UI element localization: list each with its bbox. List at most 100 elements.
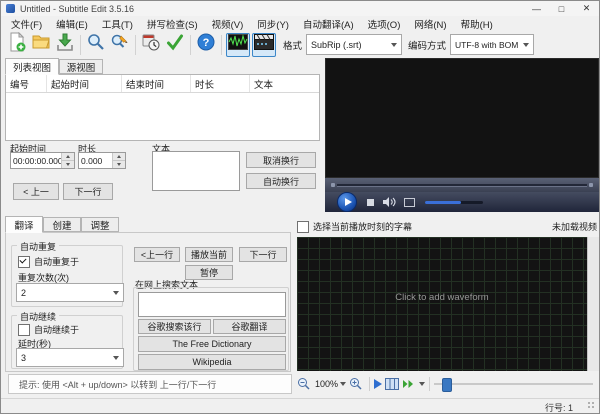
repeat-count-select[interactable]: 2: [16, 283, 124, 302]
delay-select[interactable]: 3: [16, 348, 124, 367]
visual-sync-button[interactable]: [140, 34, 162, 56]
format-select[interactable]: SubRip (.srt): [306, 34, 403, 55]
line-number-status: 行号: 1: [544, 402, 573, 413]
menu-spellcheck[interactable]: 拼写检查(S): [140, 17, 205, 31]
previous-line-button[interactable]: <上一行: [134, 247, 180, 262]
replace-button[interactable]: [109, 34, 131, 56]
google-translate-button[interactable]: 谷歌翻译: [213, 319, 286, 334]
stop-button[interactable]: [367, 198, 374, 206]
fullscreen-button[interactable]: [404, 197, 415, 207]
column-number[interactable]: 编号: [6, 75, 47, 92]
menu-help[interactable]: 帮助(H): [454, 17, 500, 31]
stepper-down-icon[interactable]: [113, 160, 125, 168]
subtitle-list[interactable]: 编号 起始时间 结束时间 时长 文本: [5, 74, 320, 141]
waveform-area[interactable]: Click to add waveform: [297, 237, 587, 371]
column-end-time[interactable]: 结束时间: [122, 75, 191, 92]
stepper-down-icon[interactable]: [62, 160, 74, 168]
seek-handle-left[interactable]: [331, 183, 335, 187]
menu-tools[interactable]: 工具(T): [95, 17, 140, 31]
video-clapper-icon: [254, 34, 274, 55]
find-button[interactable]: [85, 34, 107, 56]
wikipedia-button[interactable]: Wikipedia: [138, 354, 286, 370]
new-file-icon: [7, 31, 27, 57]
close-button[interactable]: ✕: [574, 1, 599, 16]
toolbar-separator: [369, 376, 371, 391]
waveform-vertical-scrollbar[interactable]: [587, 237, 599, 371]
double-arrow-icon: [403, 379, 414, 388]
menu-file[interactable]: 文件(F): [4, 17, 49, 31]
subtitle-text-input[interactable]: [152, 151, 240, 191]
video-display[interactable]: [325, 58, 599, 178]
tab-create[interactable]: 创建: [43, 217, 81, 232]
search-icon: [86, 32, 106, 57]
volume-button[interactable]: [383, 197, 396, 207]
google-search-button[interactable]: 谷歌搜索该行: [138, 319, 211, 334]
auto-repeat-checkbox[interactable]: [18, 255, 30, 268]
menu-edit[interactable]: 编辑(E): [49, 17, 95, 31]
tab-list-view[interactable]: 列表视图: [5, 58, 59, 75]
seek-handle-right[interactable]: [589, 183, 593, 187]
title-bar: Untitled - Subtitle Edit 3.5.16 — □ ✕: [1, 1, 599, 16]
encoding-label: 编码方式: [408, 40, 447, 52]
new-file-button[interactable]: [6, 31, 28, 57]
auto-break-button[interactable]: 自动换行: [246, 173, 316, 189]
play-current-button[interactable]: 播放当前: [185, 247, 233, 262]
unbreak-button[interactable]: 取消换行: [246, 152, 316, 168]
waveform-header-row: 选择当前播放时刻的字幕 未加载视频: [297, 219, 599, 234]
menu-video[interactable]: 视频(V): [205, 17, 251, 31]
playback-speed-button[interactable]: [402, 379, 415, 389]
tab-source-view[interactable]: 源视图: [59, 59, 103, 74]
column-text[interactable]: 文本: [250, 75, 319, 92]
select-current-subtitle-checkbox[interactable]: [297, 220, 309, 233]
free-dictionary-button[interactable]: The Free Dictionary: [138, 336, 286, 352]
speed-dropdown-icon[interactable]: [419, 381, 426, 386]
slider-handle[interactable]: [442, 377, 453, 392]
video-toggle-button[interactable]: [252, 32, 276, 57]
save-button[interactable]: [54, 33, 76, 56]
resize-grip-icon[interactable]: [587, 401, 596, 410]
tab-translate[interactable]: 翻译: [5, 216, 43, 233]
zoom-out-button[interactable]: [297, 377, 310, 390]
waveform-position-slider[interactable]: [434, 377, 593, 392]
column-start-time[interactable]: 起始时间: [47, 75, 122, 92]
stepper-up-icon[interactable]: [113, 153, 125, 160]
menu-network[interactable]: 网络(N): [407, 17, 453, 31]
play-icon: [344, 198, 352, 206]
video-columns-button[interactable]: [385, 377, 400, 390]
stepper-up-icon[interactable]: [62, 153, 74, 160]
waveform-toggle-button[interactable]: [226, 32, 250, 57]
minimize-button[interactable]: —: [524, 1, 549, 16]
play-button[interactable]: [337, 192, 357, 212]
previous-subtitle-button[interactable]: < 上一: [13, 183, 59, 200]
tab-adjust[interactable]: 调整: [81, 217, 119, 232]
open-file-button[interactable]: [30, 34, 52, 56]
auto-continue-checkbox[interactable]: [18, 323, 30, 336]
next-subtitle-button[interactable]: 下一行: [63, 183, 113, 200]
zoom-dropdown-icon[interactable]: [340, 381, 347, 386]
visual-sync-icon: [141, 32, 161, 57]
spell-check-button[interactable]: [164, 34, 186, 56]
help-button[interactable]: ?: [195, 33, 217, 56]
toolbar-separator: [221, 34, 222, 55]
zoom-in-icon: [350, 378, 362, 390]
zoom-in-button[interactable]: [349, 377, 362, 390]
waveform-icon: [228, 34, 248, 55]
open-folder-icon: [31, 32, 51, 57]
auto-continue-group: 自动继续 自动继续于 延时(秒) 3: [11, 310, 124, 369]
menu-sync[interactable]: 同步(Y): [250, 17, 296, 31]
column-duration[interactable]: 时长: [191, 75, 250, 92]
seek-track[interactable]: [337, 183, 587, 187]
next-line-button[interactable]: 下一行: [239, 247, 287, 262]
menu-auto-translate[interactable]: 自动翻译(A): [296, 17, 361, 31]
start-time-stepper[interactable]: 00:00:00.000: [10, 152, 75, 169]
chevron-down-icon: [391, 42, 398, 47]
auto-repeat-checkbox-label: 自动重复于: [34, 257, 80, 267]
maximize-button[interactable]: □: [549, 1, 574, 16]
web-search-input[interactable]: [138, 292, 286, 317]
menu-options[interactable]: 选项(O): [361, 17, 408, 31]
volume-slider[interactable]: [425, 200, 483, 204]
duration-stepper[interactable]: 0.000: [78, 152, 126, 169]
encoding-select[interactable]: UTF-8 with BOM: [450, 34, 535, 55]
waveform-play-button[interactable]: [374, 378, 383, 389]
video-seek-bar[interactable]: [325, 178, 599, 192]
